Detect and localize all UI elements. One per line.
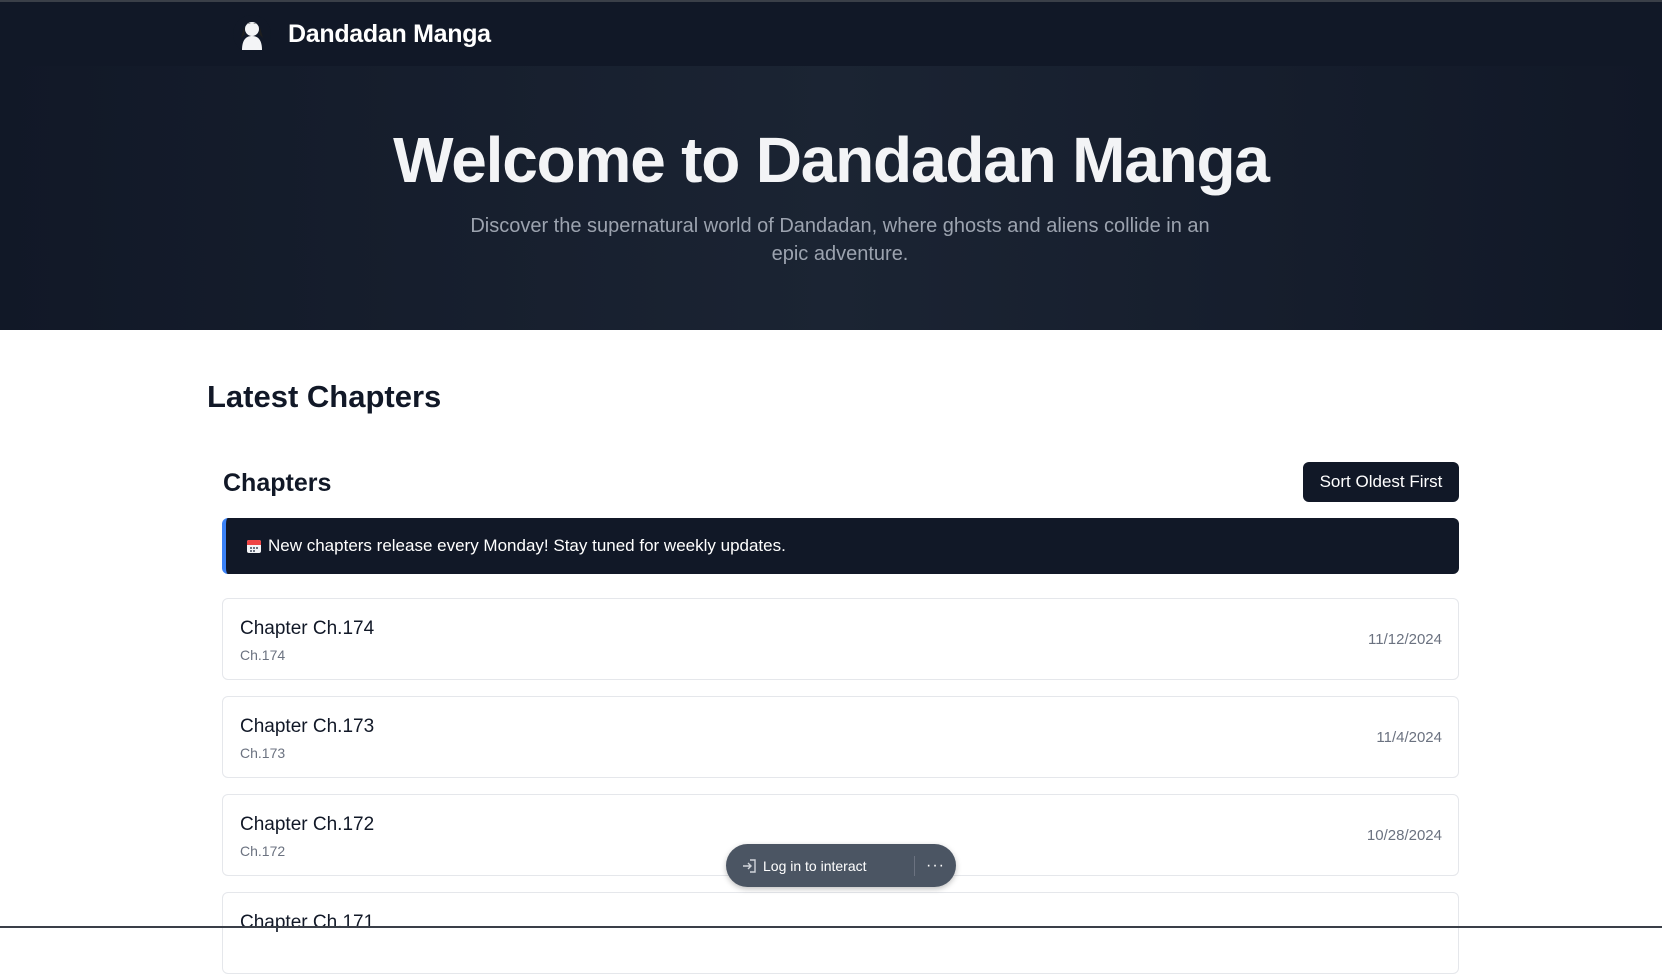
chapter-date: 11/12/2024 bbox=[1368, 631, 1442, 648]
chapter-card[interactable]: Chapter Ch.174 Ch.174 11/12/2024 bbox=[222, 598, 1459, 680]
chapter-number: Ch.173 bbox=[240, 745, 286, 761]
hero-subtitle: Discover the supernatural world of Danda… bbox=[470, 215, 1210, 265]
chapter-number: Ch.172 bbox=[240, 843, 286, 859]
sign-in-icon bbox=[743, 858, 756, 873]
brand-link[interactable]: Dandadan Manga bbox=[232, 14, 491, 54]
chapter-card[interactable]: Chapter Ch.173 Ch.173 11/4/2024 bbox=[222, 696, 1459, 778]
latest-chapters-heading: Latest Chapters bbox=[207, 379, 442, 414]
chapter-title: Chapter Ch.174 bbox=[240, 618, 375, 639]
top-navbar: Dandadan Manga bbox=[0, 0, 1662, 66]
chapter-date: 11/4/2024 bbox=[1376, 729, 1442, 746]
chapters-heading: Chapters bbox=[223, 469, 332, 497]
chapter-title: Chapter Ch.173 bbox=[240, 716, 375, 737]
calendar-icon bbox=[247, 540, 261, 553]
brand-name: Dandadan Manga bbox=[288, 19, 491, 48]
sort-oldest-first-button[interactable]: Sort Oldest First bbox=[1303, 462, 1459, 502]
login-prompt-pill: Log in to interact ··· bbox=[726, 844, 956, 887]
character-avatar-icon bbox=[233, 15, 271, 53]
more-options-button[interactable]: ··· bbox=[915, 857, 956, 875]
hero-banner: Welcome to Dandadan Manga Discover the s… bbox=[0, 66, 1662, 330]
chapter-title: Chapter Ch.172 bbox=[240, 814, 375, 835]
hero-title: Welcome to Dandadan Manga bbox=[393, 124, 1270, 196]
login-label: Log in to interact bbox=[763, 857, 867, 874]
chapter-card[interactable]: Chapter Ch.171 bbox=[222, 892, 1459, 974]
release-notice-text: New chapters release every Monday! Stay … bbox=[268, 536, 786, 555]
chapter-title: Chapter Ch.171 bbox=[240, 912, 375, 933]
chapter-number: Ch.174 bbox=[240, 647, 286, 663]
chapter-date: 10/28/2024 bbox=[1366, 827, 1442, 844]
release-notice-banner: New chapters release every Monday! Stay … bbox=[222, 518, 1459, 574]
login-button[interactable]: Log in to interact bbox=[726, 844, 914, 887]
